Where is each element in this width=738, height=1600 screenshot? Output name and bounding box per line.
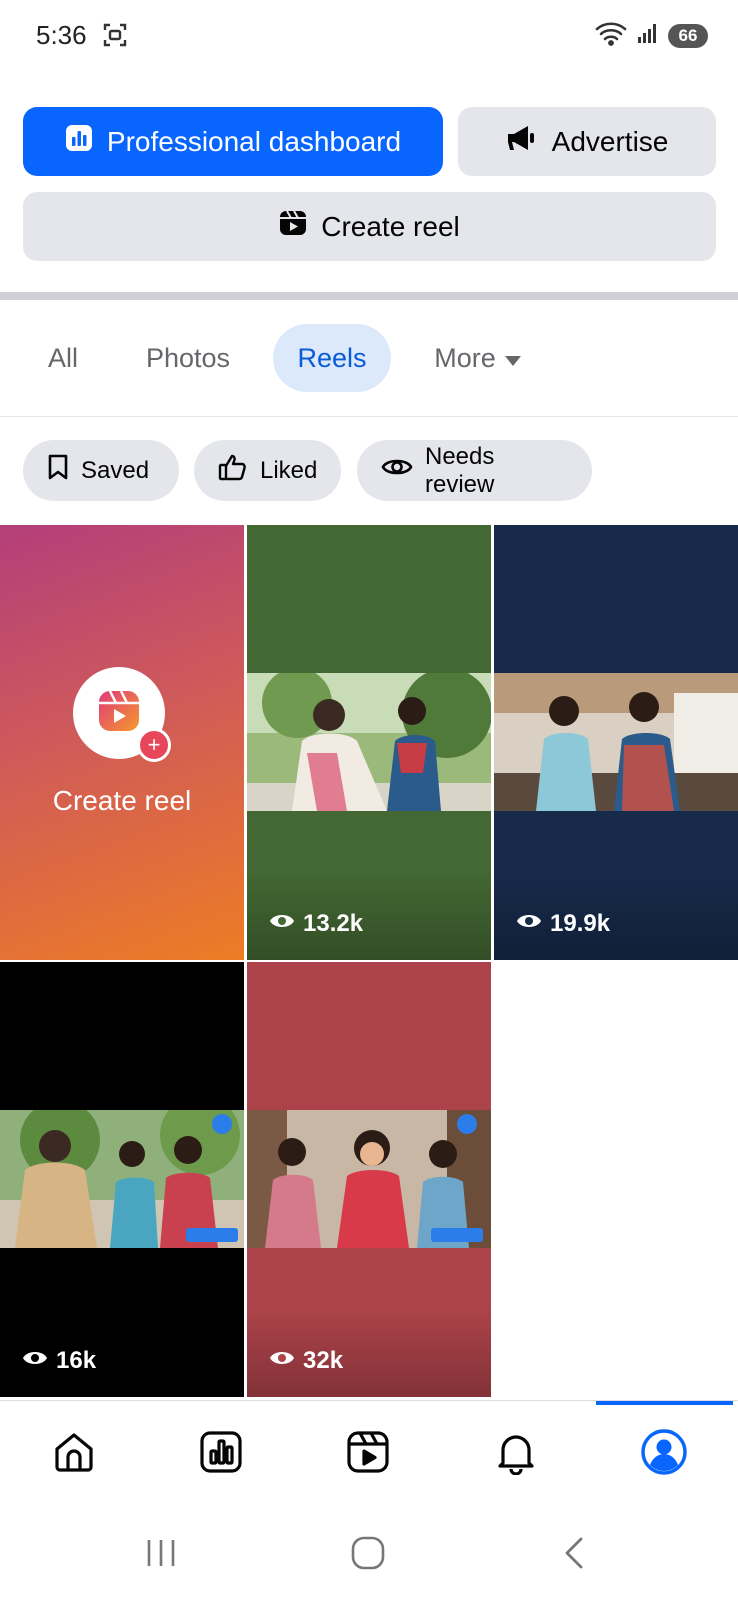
view-count-label: 13.2k [303, 910, 364, 937]
view-count-label: 32k [303, 1347, 344, 1374]
create-reel-label: Create reel [321, 210, 460, 242]
plus-icon: + [137, 728, 171, 762]
filter-saved-chip[interactable]: Saved [23, 440, 179, 501]
reel-video-frame [0, 1110, 244, 1248]
thumbs-up-icon [218, 453, 248, 488]
professional-dashboard-label: Professional dashboard [106, 125, 402, 157]
eye-icon [516, 910, 542, 938]
caret-down-icon [504, 343, 522, 374]
advertise-label: Advertise [551, 125, 669, 157]
tab-reels-label: Reels [297, 342, 367, 373]
eye-icon [381, 455, 413, 486]
dashboard-icon [65, 124, 93, 159]
reel-thumbnail[interactable]: 19.9k [494, 525, 738, 960]
eye-icon [269, 1347, 295, 1375]
view-count-label: 19.9k [550, 910, 611, 937]
tab-reels[interactable]: Reels [273, 324, 391, 392]
reel-thumbnail[interactable]: 16k [0, 962, 244, 1397]
recent-apps-icon [144, 1538, 178, 1573]
signal-icon [636, 21, 660, 50]
filter-liked-chip[interactable]: Liked [194, 440, 341, 501]
reel-thumbnail[interactable]: 13.2k [247, 525, 491, 960]
eye-icon [269, 910, 295, 938]
tab-photos[interactable]: Photos [128, 324, 248, 392]
professional-dashboard-button[interactable]: Professional dashboard [23, 107, 443, 176]
section-divider [0, 292, 738, 300]
filter-needs-review-chip[interactable]: Needs review [357, 440, 592, 501]
wifi-icon [594, 20, 628, 51]
view-count: 16k [22, 1347, 96, 1375]
tabs-divider [0, 416, 738, 417]
view-count-label: 16k [56, 1347, 97, 1374]
home-system-button[interactable] [343, 1530, 393, 1580]
reel-video-frame [247, 1110, 491, 1248]
battery-indicator: 66 [668, 23, 708, 48]
reel-video-frame [247, 673, 491, 811]
profile-icon [640, 1428, 688, 1481]
nav-dashboard[interactable] [191, 1424, 251, 1484]
nav-notifications[interactable] [486, 1424, 546, 1484]
view-count: 32k [269, 1347, 343, 1375]
status-bar: 5:36 66 [0, 0, 738, 72]
status-time: 5:36 [36, 20, 87, 50]
create-reel-tile[interactable]: + Create reel [0, 525, 244, 960]
recent-apps-button[interactable] [136, 1530, 186, 1580]
eye-icon [22, 1347, 48, 1375]
filter-saved-label: Saved [81, 456, 150, 484]
reels-icon [279, 209, 307, 244]
filter-liked-label: Liked [260, 456, 318, 484]
nav-reels[interactable] [338, 1424, 398, 1484]
megaphone-icon [506, 124, 538, 159]
screenshot-icon [102, 22, 128, 53]
create-reel-button[interactable]: Create reel [23, 192, 716, 261]
reels-icon [345, 1429, 391, 1480]
bookmark-icon [47, 453, 69, 488]
view-count: 13.2k [269, 910, 363, 938]
home-icon [51, 1429, 97, 1480]
filter-needs-review-label: Needs review [425, 442, 495, 498]
reels-logo-icon [97, 689, 141, 738]
active-tab-indicator [596, 1401, 733, 1405]
view-count: 19.9k [516, 910, 610, 938]
create-reel-tile-label: Create reel [52, 785, 192, 816]
nav-home[interactable] [44, 1424, 104, 1484]
dashboard-icon [198, 1429, 244, 1480]
nav-profile[interactable] [634, 1424, 694, 1484]
tab-all[interactable]: All [24, 324, 102, 392]
tab-more[interactable]: More [418, 324, 538, 392]
advertise-button[interactable]: Advertise [458, 107, 716, 176]
bell-icon [493, 1429, 539, 1480]
reel-video-frame [494, 673, 738, 811]
tab-photos-label: Photos [145, 342, 231, 373]
reel-thumbnail[interactable]: 32k [247, 962, 491, 1397]
tab-all-label: All [47, 342, 78, 373]
back-button[interactable] [550, 1530, 600, 1580]
tab-more-label: More [434, 342, 496, 373]
home-circle-icon [350, 1535, 386, 1576]
back-chevron-icon [561, 1536, 589, 1575]
